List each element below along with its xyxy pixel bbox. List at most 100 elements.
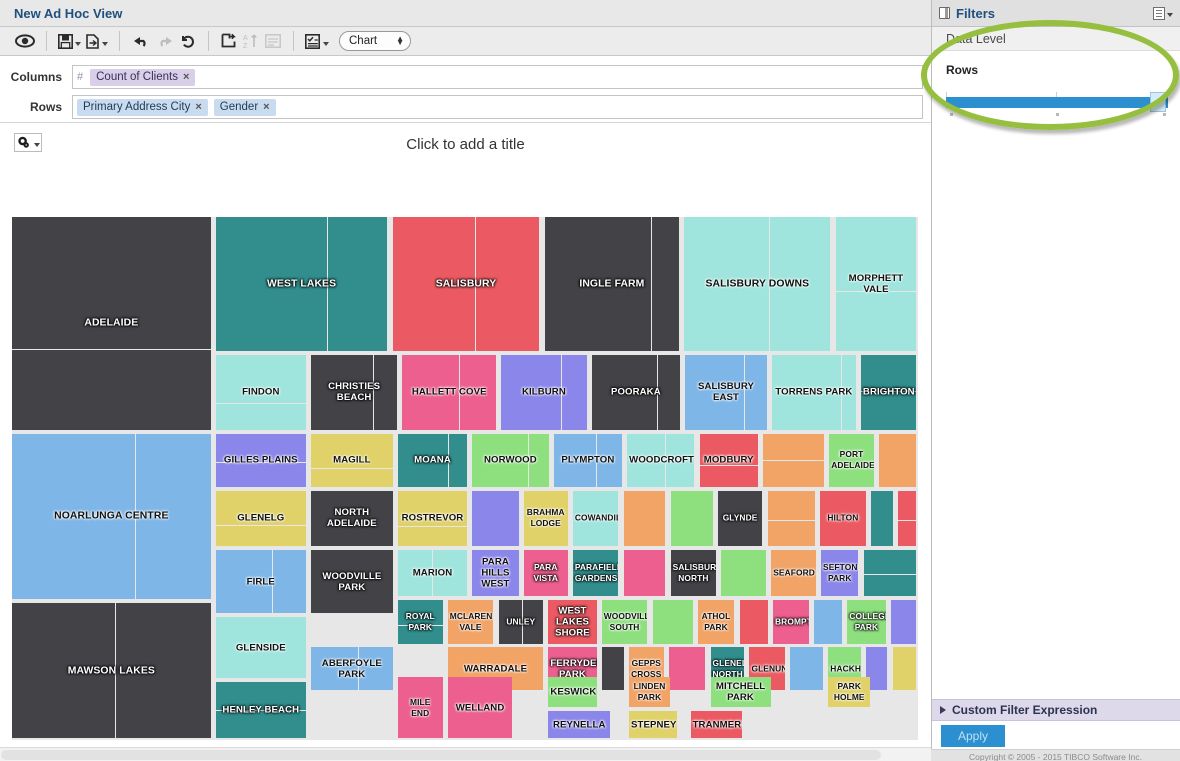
treemap-subcell[interactable] xyxy=(684,217,769,352)
treemap-subcell[interactable] xyxy=(553,433,597,488)
pill-remove-icon[interactable]: × xyxy=(263,101,269,113)
treemap-cell[interactable] xyxy=(892,647,917,691)
treemap-subcell[interactable] xyxy=(870,491,893,546)
treemap-cell[interactable] xyxy=(739,599,768,644)
treemap-cell[interactable] xyxy=(763,433,824,488)
treemap-cell[interactable]: ADELAIDE xyxy=(12,217,211,430)
treemap-subcell[interactable] xyxy=(860,355,917,391)
treemap-cell[interactable]: KESWICK xyxy=(548,677,597,707)
filters-menu-caret-icon[interactable] xyxy=(1167,12,1173,17)
treemap-subcell[interactable] xyxy=(668,647,706,691)
pill-primary-address-city[interactable]: Primary Address City × xyxy=(77,98,208,116)
treemap-cell[interactable]: BROMPTON xyxy=(773,599,809,644)
treemap-chart[interactable]: ADELAIDE NOARLUNGA CENTRE MAWSON LAKES WEST… xyxy=(12,217,918,740)
export-caret-icon[interactable] xyxy=(102,41,108,46)
redo-icon[interactable] xyxy=(153,30,177,52)
treemap-subcell[interactable] xyxy=(373,355,398,430)
treemap-cell[interactable]: HALLETT COVE xyxy=(402,355,496,430)
treemap-cell[interactable]: PARA VISTA xyxy=(523,549,568,597)
treemap-subcell[interactable] xyxy=(12,348,211,430)
treemap-cell[interactable]: MOANA xyxy=(397,433,468,488)
treemap-cell[interactable]: ATHOL PARK xyxy=(697,599,735,644)
treemap-subcell[interactable] xyxy=(763,460,824,488)
save-icon[interactable] xyxy=(56,30,83,52)
treemap-cell[interactable]: WEST LAKES xyxy=(215,217,388,352)
pill-remove-icon[interactable]: × xyxy=(183,71,189,83)
treemap-subcell[interactable] xyxy=(310,433,393,468)
treemap-subcell[interactable] xyxy=(863,573,917,597)
treemap-subcell[interactable] xyxy=(215,217,328,352)
treemap-subcell[interactable] xyxy=(12,217,211,349)
sort-az-icon[interactable]: A Z xyxy=(240,30,262,52)
treemap-subcell[interactable] xyxy=(135,433,211,600)
treemap-cell[interactable]: PARAFIELD GARDENS xyxy=(572,549,619,597)
treemap-cell[interactable]: MORPHETT VALE xyxy=(835,217,917,352)
treemap-cell[interactable]: SEFTON PARK xyxy=(821,549,859,597)
treemap-subcell[interactable] xyxy=(548,677,597,707)
treemap-subcell[interactable] xyxy=(310,355,374,430)
treemap-subcell[interactable] xyxy=(601,647,624,691)
treemap-subcell[interactable] xyxy=(402,355,459,430)
panel-toggle-icon[interactable] xyxy=(939,7,950,19)
revert-icon[interactable] xyxy=(177,30,199,52)
treemap-cell[interactable]: PARK HOLME xyxy=(828,677,871,707)
treemap-cell[interactable]: KILBURN xyxy=(501,355,587,430)
treemap-cell[interactable]: MILE END xyxy=(397,677,443,739)
treemap-cell[interactable]: BRAHMA LODGE xyxy=(523,491,568,546)
treemap-subcell[interactable] xyxy=(652,599,693,644)
treemap-cell[interactable]: HILTON xyxy=(820,491,866,546)
treemap-subcell[interactable] xyxy=(115,602,211,739)
treemap-subcell[interactable] xyxy=(12,433,136,600)
treemap-subcell[interactable] xyxy=(744,355,767,430)
treemap-cell[interactable] xyxy=(721,549,766,597)
treemap-subcell[interactable] xyxy=(544,217,651,352)
filters-menu-icon[interactable] xyxy=(1153,6,1165,20)
treemap-cell[interactable]: WOODVILLE PARK xyxy=(310,549,393,614)
slider-handle-max[interactable] xyxy=(1150,92,1166,112)
treemap-subcell[interactable] xyxy=(820,491,866,546)
treemap-cell[interactable] xyxy=(790,647,824,691)
treemap-cell[interactable]: CHRISTIES BEACH xyxy=(310,355,398,430)
treemap-subcell[interactable] xyxy=(215,355,306,403)
treemap-subcell[interactable] xyxy=(397,491,468,527)
treemap-subcell[interactable] xyxy=(501,355,561,430)
treemap-subcell[interactable] xyxy=(773,599,809,644)
treemap-subcell[interactable] xyxy=(548,599,597,644)
treemap-cell[interactable]: FINDON xyxy=(215,355,306,430)
treemap-cell[interactable]: WOODCROFT xyxy=(627,433,695,488)
treemap-subcell[interactable] xyxy=(670,549,717,597)
apply-button[interactable]: Apply xyxy=(941,725,1005,747)
treemap-subcell[interactable] xyxy=(215,710,306,739)
treemap-cell[interactable]: WEST LAKES SHORE xyxy=(548,599,597,644)
treemap-subcell[interactable] xyxy=(472,549,519,597)
treemap-subcell[interactable] xyxy=(628,711,678,739)
treemap-cell[interactable]: UNLEY xyxy=(498,599,544,644)
treemap-subcell[interactable] xyxy=(215,525,306,546)
treemap-subcell[interactable] xyxy=(432,549,468,597)
treemap-subcell[interactable] xyxy=(215,491,306,526)
treemap-subcell[interactable] xyxy=(498,599,522,644)
treemap-cell[interactable] xyxy=(623,549,666,597)
treemap-subcell[interactable] xyxy=(310,491,393,546)
treemap-subcell[interactable] xyxy=(601,599,648,644)
treemap-cell[interactable] xyxy=(601,647,624,691)
treemap-subcell[interactable] xyxy=(548,711,611,739)
treemap-subcell[interactable] xyxy=(215,461,306,488)
treemap-cell[interactable]: SEAFORD xyxy=(771,549,816,597)
treemap-subcell[interactable] xyxy=(767,519,815,546)
treemap-subcell[interactable] xyxy=(523,549,568,597)
treemap-subcell[interactable] xyxy=(447,677,513,739)
custom-filter-expression-row[interactable]: Custom Filter Expression xyxy=(932,699,1180,721)
treemap-subcell[interactable] xyxy=(596,433,622,488)
treemap-subcell[interactable] xyxy=(835,217,917,291)
treemap-cell[interactable] xyxy=(813,599,843,644)
treemap-subcell[interactable] xyxy=(397,526,468,546)
treemap-cell[interactable]: MAGILL xyxy=(310,433,393,488)
expand-triangle-icon[interactable] xyxy=(940,706,946,714)
treemap-subcell[interactable] xyxy=(627,433,665,488)
treemap-subcell[interactable] xyxy=(772,355,842,430)
treemap-subcell[interactable] xyxy=(768,217,831,352)
treemap-cell[interactable]: SALISBURY xyxy=(392,217,540,352)
treemap-subcell[interactable] xyxy=(623,491,666,546)
treemap-subcell[interactable] xyxy=(521,599,544,644)
